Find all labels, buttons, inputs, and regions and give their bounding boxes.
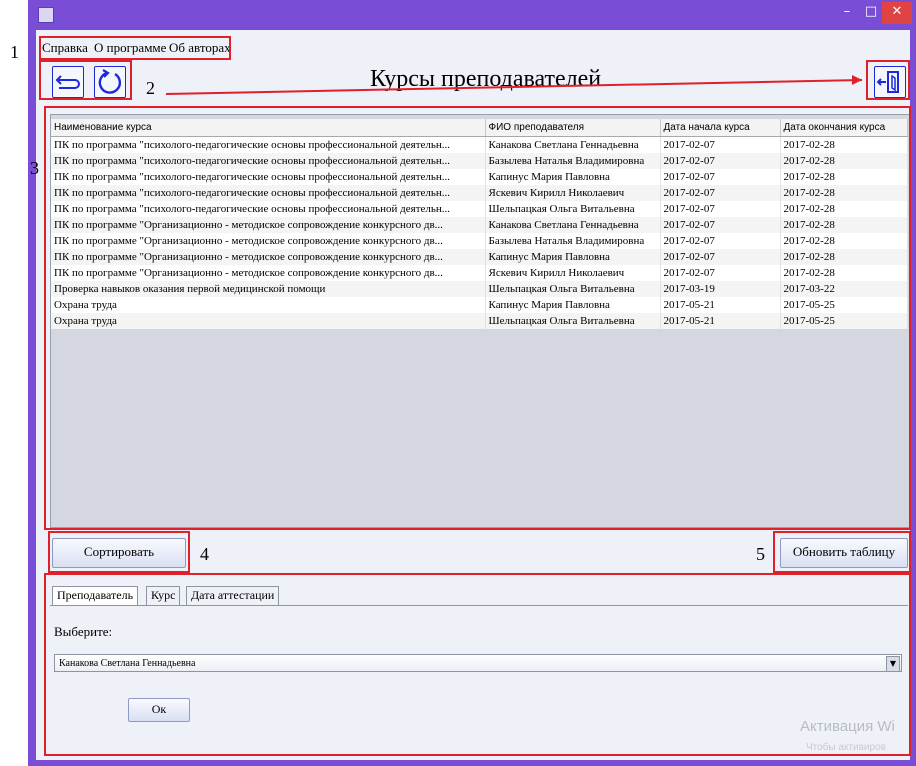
- callout-1: 1: [10, 42, 19, 62]
- callout-4: 4: [200, 544, 209, 564]
- callout-3: 3: [30, 158, 39, 178]
- annotation-arrow: [165, 75, 863, 95]
- callout-5: 5: [756, 544, 765, 564]
- callout-2: 2: [146, 78, 155, 98]
